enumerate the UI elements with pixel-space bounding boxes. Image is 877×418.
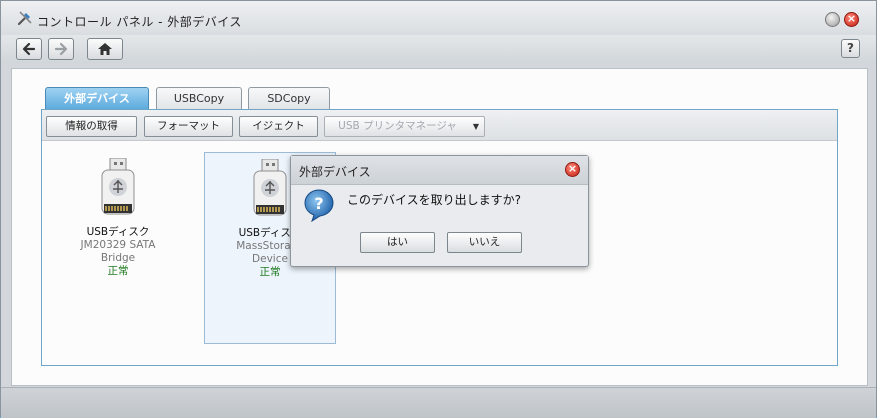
forward-button[interactable] [48,38,74,60]
arrow-left-icon [22,42,36,56]
usb-printer-manager-label: USB プリンタマネージャ [338,120,457,132]
dialog-message: このデバイスを取り出しますか? [347,193,522,207]
usb-drive-icon [253,159,287,216]
control-panel-window: コントロール パネル - 外部デバイス × ? 外部デバイス USBCopy S… [0,0,877,418]
navigation-bar [1,35,876,63]
back-button[interactable] [16,38,42,60]
home-icon [98,43,112,55]
tools-icon [17,11,32,26]
device-model-line2: Bridge [100,252,136,264]
device-usb-disk-1[interactable]: USBディスク JM20329 SATA Bridge 正常 [56,152,180,302]
eject-confirm-dialog: 外部デバイス × ? このデバイスを取り出しますか? はい いいえ [290,155,589,267]
window-title: コントロール パネル - 外部デバイス [37,15,242,29]
home-button[interactable] [87,38,123,60]
dialog-close-button[interactable]: × [565,162,580,177]
svg-text:?: ? [314,194,323,213]
no-button[interactable]: いいえ [447,232,522,253]
device-status: 正常 [259,266,281,278]
get-info-button[interactable]: 情報の取得 [46,116,137,137]
yes-button[interactable]: はい [360,232,435,253]
eject-button[interactable]: イジェクト [239,116,318,137]
usb-drive-icon [101,158,135,215]
tab-usbcopy[interactable]: USBCopy [156,87,242,109]
close-button[interactable]: × [844,12,859,27]
chevron-down-icon: ▼ [472,122,479,131]
arrow-right-icon [54,42,68,56]
title-bar[interactable]: コントロール パネル - 外部デバイス × [1,1,876,35]
minimize-button[interactable] [825,12,840,27]
dialog-title-bar[interactable]: 外部デバイス × [291,156,588,185]
usb-printer-manager-dropdown[interactable]: USB プリンタマネージャ ▼ [324,116,485,137]
dialog-title: 外部デバイス [299,165,371,179]
tab-sdcopy[interactable]: SDCopy [248,87,330,109]
question-icon: ? [304,189,334,222]
device-toolbar: 情報の取得 フォーマット イジェクト USB プリンタマネージャ ▼ [42,110,837,141]
device-name: USBディスク [86,226,150,238]
help-button[interactable]: ? [841,39,860,58]
device-model: JM20329 SATA [80,239,156,251]
format-button[interactable]: フォーマット [144,116,233,137]
tab-external-devices[interactable]: 外部デバイス [45,87,149,110]
device-status: 正常 [107,265,129,277]
footer-bar [1,387,876,418]
